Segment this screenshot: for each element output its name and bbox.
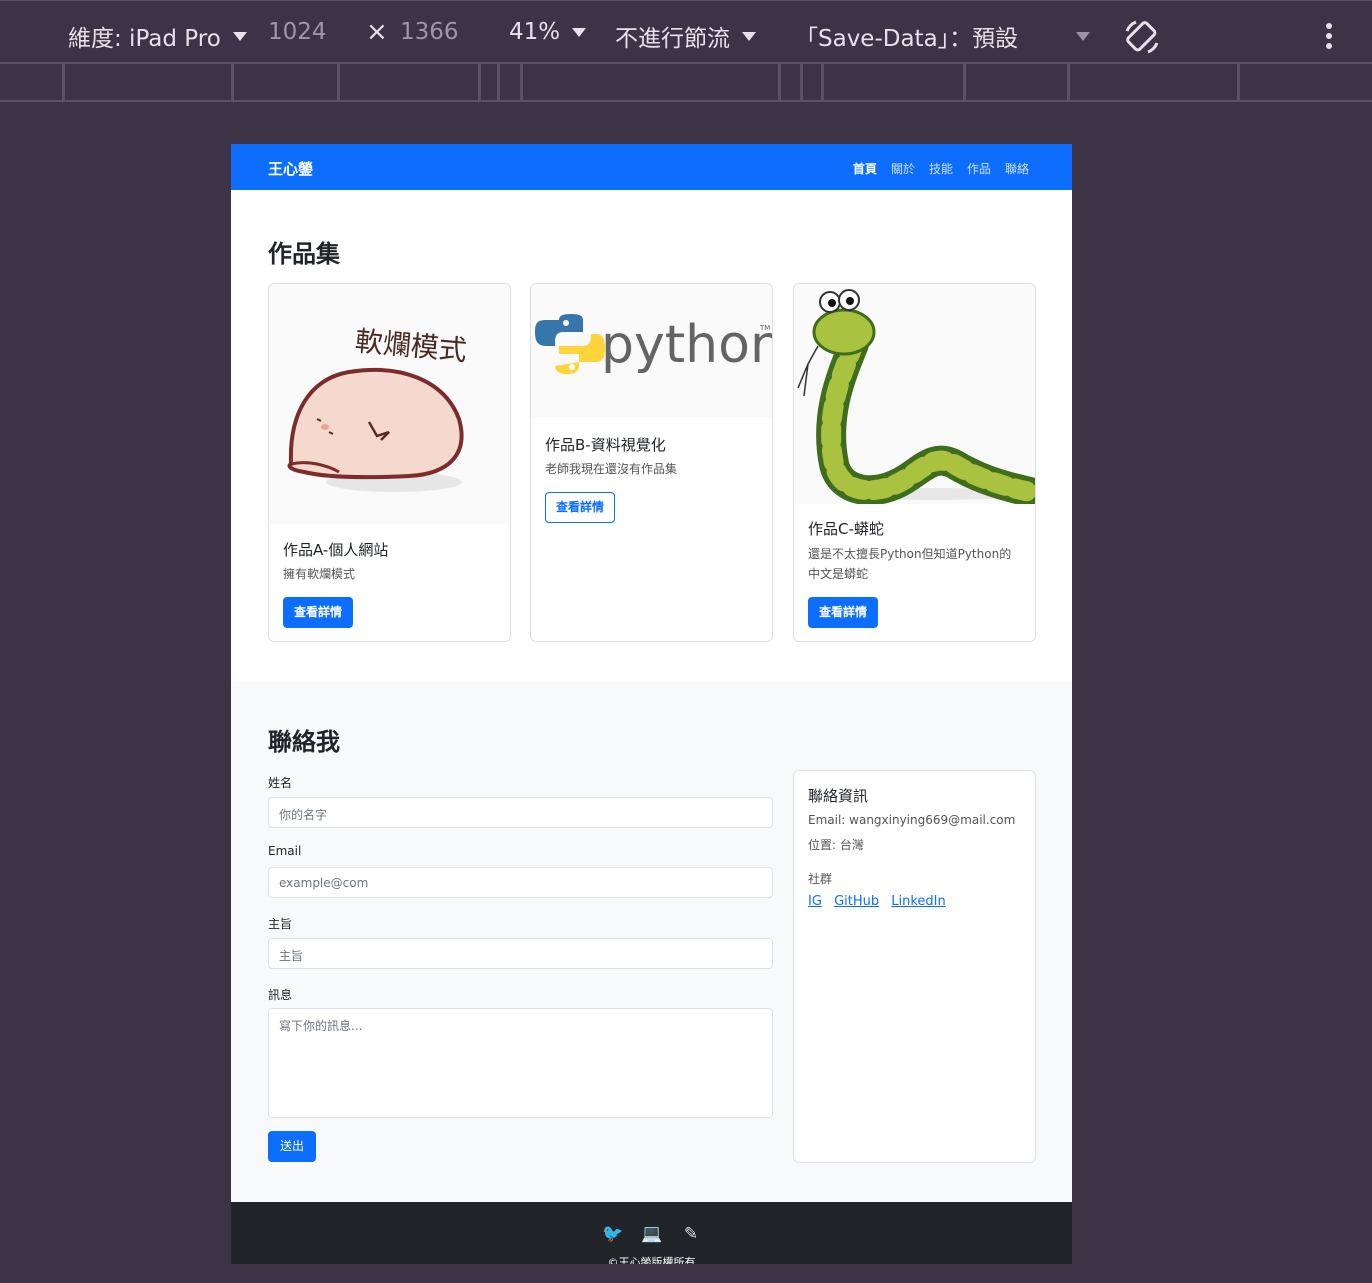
navbar: 王心鎣 首頁 關於 技能 作品 聯絡 (231, 144, 1072, 190)
chevron-down-icon (572, 27, 587, 37)
throttle-dropdown[interactable]: 不進行節流 (615, 19, 756, 53)
card-text: 擁有軟爛模式 (283, 567, 356, 581)
email-label: Email (268, 844, 302, 858)
times-icon: × (366, 17, 388, 47)
contact-title: 聯絡我 (268, 728, 340, 756)
ig-link[interactable]: IG (808, 894, 822, 909)
footer: 🐦 💻 ✎ ©王心鎣版權所有 (231, 1202, 1072, 1264)
submit-button[interactable]: 送出 (268, 1131, 316, 1162)
name-input[interactable]: 你的名字 (268, 797, 773, 828)
nav-home[interactable]: 首頁 (853, 160, 877, 177)
message-label: 訊息 (268, 988, 293, 1002)
zoom-label: 41% (509, 19, 561, 45)
dimensions-label: 維度: iPad Pro (68, 26, 221, 52)
card-a-image-text: 軟爛模式 (354, 324, 468, 367)
project-card-b: python TM 作品B-資料視覺化 老師我現在還沒有作品集 查看詳情 (530, 283, 773, 642)
subject-input[interactable]: 主旨 (268, 938, 773, 969)
blob-illustration: 軟爛模式 (269, 284, 510, 524)
chevron-down-icon (1076, 31, 1091, 41)
view-details-button[interactable]: 查看詳情 (808, 597, 879, 628)
throttle-label: 不進行節流 (615, 26, 730, 52)
view-details-button[interactable]: 查看詳情 (545, 492, 616, 523)
device-toolbar: 維度: iPad Pro 1024 × 1366 41% 不進行節流 「Save… (0, 0, 1372, 64)
dimensions-dropdown[interactable]: 維度: iPad Pro (68, 19, 247, 53)
navbar-brand[interactable]: 王心鎣 (268, 158, 313, 179)
social-label: 社群 (808, 872, 833, 886)
rotate-icon[interactable] (1122, 17, 1162, 57)
laptop-icon: 💻 (641, 1224, 663, 1244)
card-b-image-text: python (601, 315, 772, 375)
card-title: 作品B-資料視覺化 (545, 436, 666, 454)
card-text: 還是不太擅長Python但知道Python的中文是蟒蛇 (808, 547, 1012, 581)
nav-about[interactable]: 關於 (891, 160, 915, 177)
nav-works[interactable]: 作品 (967, 160, 991, 177)
nav-links: 首頁 關於 技能 作品 聯絡 (839, 160, 1029, 177)
zoom-dropdown[interactable]: 41% (509, 19, 587, 45)
contact-email: Email: wangxinying669@mail.com (808, 813, 1016, 827)
portfolio-title: 作品集 (268, 240, 340, 268)
card-title: 作品A-個人網站 (283, 541, 389, 559)
bird-icon: 🐦 (602, 1224, 624, 1244)
media-query-ruler (0, 64, 1372, 102)
view-details-button[interactable]: 查看詳情 (283, 597, 354, 628)
chevron-down-icon (742, 31, 756, 41)
name-label: 姓名 (268, 776, 293, 790)
height-input[interactable]: 1366 (400, 19, 459, 45)
copyright: ©王心鎣版權所有 (607, 1256, 696, 1264)
nav-skills[interactable]: 技能 (929, 160, 953, 177)
message-textarea[interactable]: 寫下你的訊息... (268, 1008, 773, 1118)
save-data-label: 「Save-Data」：預設 (795, 26, 1019, 52)
social-links: IG GitHub LinkedIn (808, 894, 954, 909)
footer-icons: 🐦 💻 ✎ (600, 1224, 717, 1244)
contact-info-title: 聯絡資訊 (808, 787, 869, 805)
project-card-a: 軟爛模式 作品A-個人網站 擁有軟爛模式 查看詳情 (268, 283, 511, 642)
snake-illustration (794, 284, 1035, 507)
nav-contact[interactable]: 聯絡 (1005, 160, 1029, 177)
card-title: 作品C-蟒蛇 (808, 520, 884, 538)
contact-location: 位置: 台灣 (808, 838, 864, 852)
device-viewport: 王心鎣 首頁 關於 技能 作品 聯絡 作品集 軟爛模式 作品A-個人網站 擁有軟… (231, 144, 1072, 1264)
email-input[interactable]: example@com (268, 867, 773, 898)
card-text: 老師我現在還沒有作品集 (545, 462, 678, 476)
contact-section: 聯絡我 姓名 你的名字 Email example@com 主旨 主旨 訊息 寫… (231, 682, 1072, 1202)
svg-text:TM: TM (759, 324, 770, 332)
save-data-dropdown[interactable]: 「Save-Data」：預設 (795, 19, 1091, 53)
linkedin-link[interactable]: LinkedIn (891, 894, 945, 909)
project-card-c: 作品C-蟒蛇 還是不太擅長Python但知道Python的中文是蟒蛇 查看詳情 (793, 283, 1036, 642)
contact-info-card: 聯絡資訊 Email: wangxinying669@mail.com 位置: … (793, 770, 1036, 1163)
chevron-down-icon (232, 31, 247, 41)
pen-icon: ✎ (683, 1224, 699, 1244)
python-logo: python TM (531, 284, 772, 417)
github-link[interactable]: GitHub (834, 894, 879, 909)
subject-label: 主旨 (268, 917, 293, 931)
width-input[interactable]: 1024 (268, 19, 327, 45)
more-options-icon[interactable] (1326, 23, 1332, 53)
